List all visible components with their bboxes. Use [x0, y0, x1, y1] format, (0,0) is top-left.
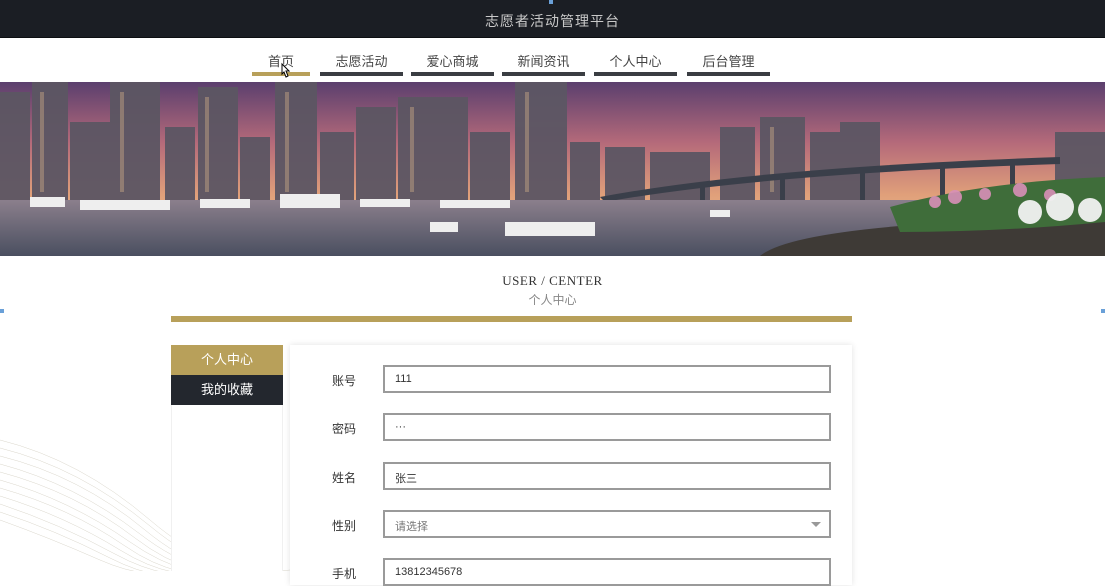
password-input[interactable]: ··· [383, 413, 831, 441]
nav-item-user-center[interactable]: 个人中心 [594, 49, 677, 76]
mouse-cursor-icon [281, 62, 290, 78]
nav-item-news[interactable]: 新闻资讯 [502, 49, 585, 76]
sidebar-item-user-center[interactable]: 个人中心 [171, 345, 283, 375]
gender-select[interactable]: 请选择 [383, 510, 831, 538]
resize-handle-left[interactable] [0, 309, 4, 313]
password-label: 密码 [332, 422, 357, 436]
resize-handle-top[interactable] [549, 0, 553, 4]
section-title-en: USER / CENTER [502, 273, 603, 288]
nav-item-charity-mall[interactable]: 爱心商城 [411, 49, 494, 76]
main-nav: 首页 志愿活动 爱心商城 新闻资讯 个人中心 后台管理 [0, 38, 1105, 82]
gender-label: 性别 [332, 519, 357, 533]
top-title-bar: 志愿者活动管理平台 [0, 0, 1105, 38]
banner-image [0, 82, 1105, 256]
phone-label: 手机 [332, 567, 357, 581]
chevron-down-icon [811, 522, 821, 527]
phone-input[interactable]: 13812345678 [383, 558, 831, 586]
section-title-cn: 个人中心 [528, 293, 577, 307]
resize-handle-right[interactable] [1101, 309, 1105, 313]
sidebar-item-favorites[interactable]: 我的收藏 [171, 375, 283, 405]
sidebar-panel [171, 405, 283, 571]
account-label: 账号 [332, 374, 357, 388]
account-input[interactable]: 111 [383, 365, 831, 393]
nav-item-volunteer-activities[interactable]: 志愿活动 [320, 49, 403, 76]
name-input[interactable]: 张三 [383, 462, 831, 490]
gender-select-value: 请选择 [395, 521, 428, 533]
app-title: 志愿者活动管理平台 [485, 13, 620, 29]
user-sidebar: 个人中心 我的收藏 [171, 345, 283, 405]
nav-item-admin[interactable]: 后台管理 [687, 49, 770, 76]
name-label: 姓名 [332, 471, 357, 485]
section-divider [171, 316, 852, 322]
